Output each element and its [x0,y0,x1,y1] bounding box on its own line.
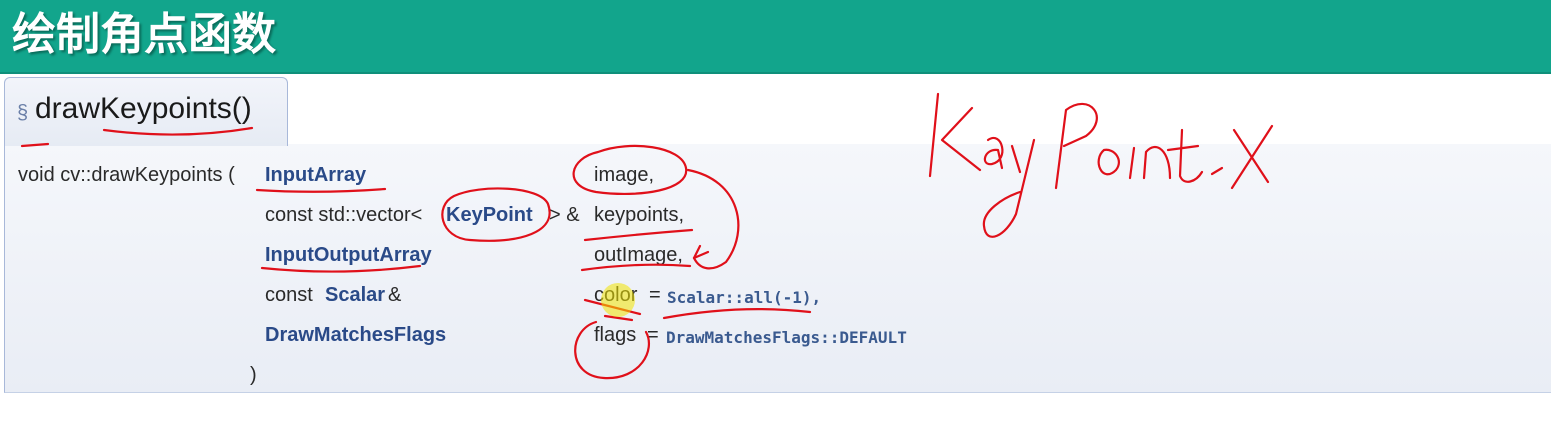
underline-mark [260,264,422,273]
cursor-highlight [601,283,635,317]
handwriting-stroke [1166,128,1204,183]
handwriting-stroke [983,136,1004,170]
underline-mark [580,263,692,272]
handwriting-stroke [1230,124,1274,190]
handwriting-stroke [1210,166,1224,176]
handwriting-stroke [1128,146,1136,180]
handwritten-annotation-layer [20,92,1274,380]
handwriting-stroke [982,138,1036,238]
underline-mark [20,142,50,148]
underline-mark [662,308,812,320]
handwriting-stroke [1142,145,1172,180]
underline-mark [102,126,254,136]
circle-mark [574,320,651,380]
underline-mark [583,228,694,242]
handwriting-stroke [940,106,982,172]
arrow-mark [692,244,710,260]
underline-mark [255,187,387,193]
handwriting-stroke [928,92,940,178]
circle-mark [441,187,551,242]
circle-mark [572,144,688,195]
handwriting-stroke [1054,102,1098,190]
handwriting-stroke [1097,148,1120,176]
